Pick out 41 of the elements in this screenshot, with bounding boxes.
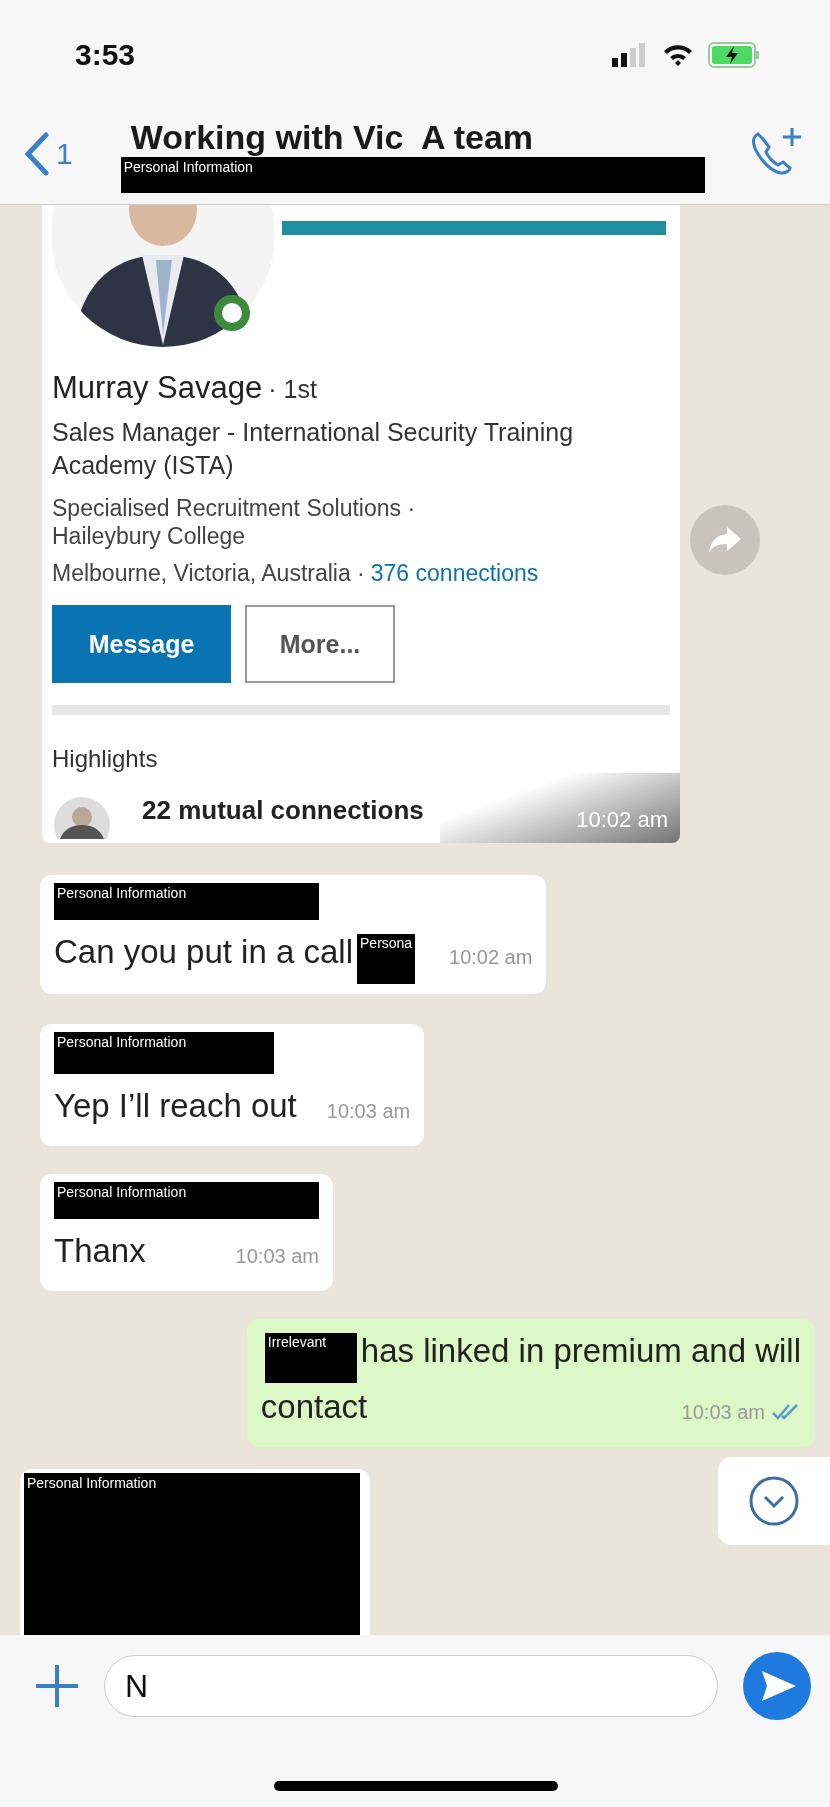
message-text: contact bbox=[260, 1387, 368, 1425]
send-button[interactable] bbox=[742, 1651, 812, 1721]
wifi-icon bbox=[662, 43, 694, 67]
section-title: Highlights bbox=[52, 745, 159, 773]
redaction-bar: Personal Information bbox=[120, 157, 705, 193]
message-text: Can you put in a call bbox=[54, 933, 353, 970]
profile-affiliation: Haileybury College bbox=[52, 522, 247, 550]
chat-title: Working with Vic A team bbox=[130, 118, 535, 157]
message-button[interactable]: Message bbox=[52, 605, 231, 683]
back-button[interactable]: 1 bbox=[24, 132, 73, 176]
redaction-bar: Personal Information bbox=[54, 883, 319, 920]
signal-icon bbox=[610, 43, 648, 67]
connection-degree: · 1st bbox=[268, 375, 317, 404]
battery-icon bbox=[708, 42, 760, 68]
scroll-down-button[interactable] bbox=[718, 1457, 830, 1545]
message-time: 10:03 am bbox=[681, 1400, 765, 1424]
message-time: 10:02 am bbox=[449, 946, 533, 969]
redaction-bar: Personal Information bbox=[54, 1031, 274, 1074]
profile-location: Melbourne, Victoria, Australia · bbox=[52, 560, 365, 587]
redaction-bar: Irrelevant bbox=[264, 1332, 357, 1383]
message-time: 10:02 am bbox=[576, 807, 668, 833]
redaction-bar: Personal Information bbox=[54, 1181, 319, 1219]
profile-headline: Sales Manager - International Security Training Academy (ISTA) bbox=[52, 417, 575, 481]
connections-link[interactable]: 376 connections bbox=[370, 560, 539, 587]
redaction-bar: Personal Information bbox=[24, 1472, 360, 1635]
message-time: 10:03 am bbox=[326, 1099, 411, 1123]
mutual-avatar bbox=[52, 795, 112, 839]
profile-name: Murray Savage bbox=[52, 370, 263, 406]
message-text: has linked in premium and will bbox=[360, 1331, 801, 1369]
more-button[interactable]: More... bbox=[245, 605, 395, 683]
message-time: 10:03 am bbox=[235, 1244, 319, 1268]
profile-affiliation: Specialised Recruitment Solutions · bbox=[52, 494, 417, 522]
status-time: 3:53 bbox=[75, 38, 136, 72]
chevron-down-icon bbox=[748, 1475, 800, 1527]
message-input[interactable]: N bbox=[104, 1655, 718, 1717]
message-text: Yep I’ll reach out bbox=[54, 1086, 297, 1124]
mutual-connections: 22 mutual connections bbox=[142, 795, 424, 826]
message-text: Thanx bbox=[54, 1231, 146, 1269]
redaction-bar: Persona bbox=[357, 933, 415, 984]
back-chevron-icon bbox=[24, 132, 50, 176]
forward-icon bbox=[707, 525, 743, 555]
